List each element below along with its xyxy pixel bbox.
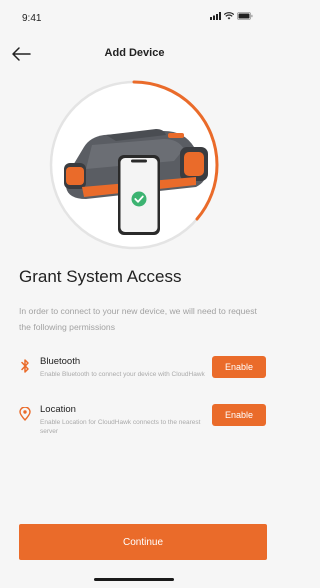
status-icons — [210, 12, 253, 20]
permission-location: Location Enable Location for CloudHawk c… — [0, 403, 269, 443]
permission-name: Location — [40, 404, 76, 415]
check-icon — [131, 191, 147, 207]
page-title: Add Device — [104, 47, 165, 59]
continue-button[interactable]: Continue — [19, 524, 267, 560]
nav-bar: Add Device — [0, 40, 269, 68]
permission-name: Bluetooth — [40, 356, 81, 367]
status-bar: 9:41 — [0, 0, 269, 40]
wifi-icon — [224, 12, 234, 20]
enable-bluetooth-button[interactable]: Enable — [212, 356, 266, 378]
permission-description: Enable Location for CloudHawk connects t… — [40, 419, 201, 435]
device-illustration — [49, 80, 219, 250]
section-title: Grant System Access — [19, 267, 182, 286]
battery-icon — [237, 12, 253, 20]
status-time: 9:41 — [22, 13, 42, 24]
cellular-signal-icon — [210, 12, 221, 20]
enable-location-button[interactable]: Enable — [212, 404, 266, 426]
location-pin-icon — [19, 407, 31, 421]
permission-description: Enable Bluetooth to connect your device … — [40, 371, 205, 378]
bluetooth-icon — [21, 359, 29, 373]
phone-image — [118, 155, 160, 235]
home-indicator — [94, 578, 174, 581]
permission-bluetooth: Bluetooth Enable Bluetooth to connect yo… — [0, 355, 269, 395]
section-description: In order to connect to your new device, … — [19, 306, 257, 332]
